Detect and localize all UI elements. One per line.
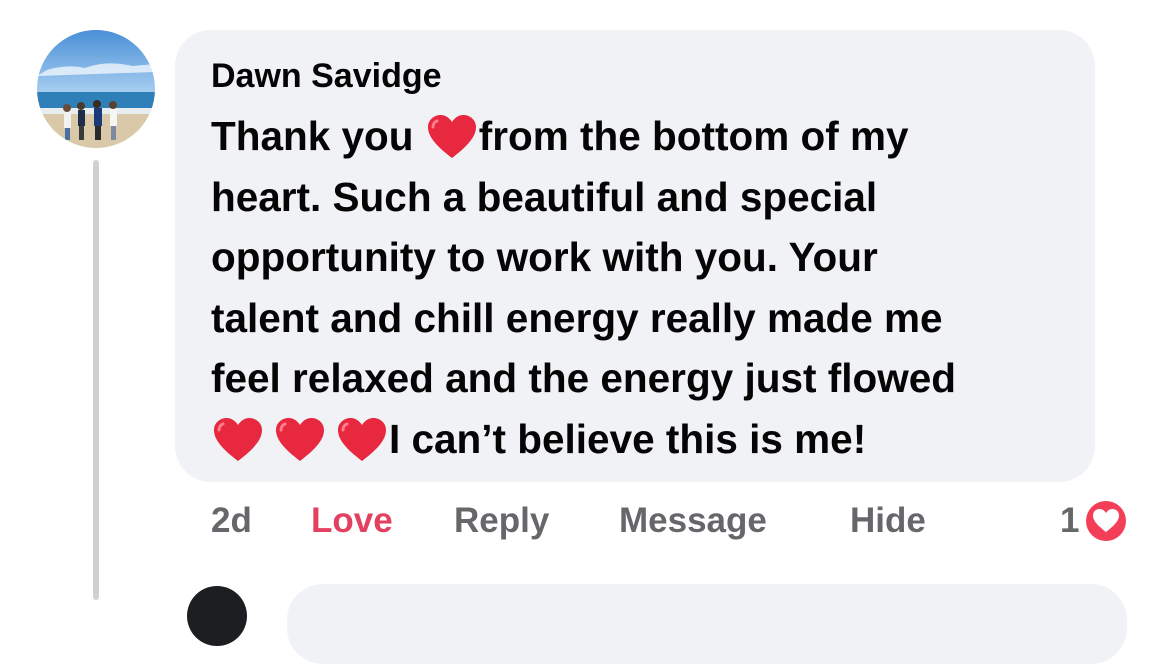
reply-button[interactable]: Reply: [454, 498, 549, 544]
reaction-summary[interactable]: 1: [1060, 498, 1131, 544]
love-reaction-button[interactable]: Love: [311, 498, 393, 544]
thread-line: [93, 160, 99, 600]
comment-line-1: Thank you from the bottom of my: [211, 106, 1081, 167]
comment-line-3: opportunity to work with you. Your: [211, 234, 878, 280]
comment-line-4: talent and chill energy really made me: [211, 294, 943, 341]
next-comment-bubble: [287, 584, 1127, 664]
message-button[interactable]: Message: [619, 498, 767, 544]
comment-line-5: feel relaxed and the energy just flowed: [211, 355, 956, 401]
comment-text: Thank you from the bottom of my heart. S…: [211, 106, 1081, 469]
comment-line-6: I can’t believe this is me!: [211, 409, 1081, 470]
red-heart-emoji-icon: [276, 417, 324, 461]
comment-line-2: heart. Such a beautiful and special: [211, 173, 878, 220]
next-comment-avatar[interactable]: [187, 586, 247, 646]
reaction-count: 1: [1060, 501, 1080, 540]
beach-photo-avatar-image: [37, 30, 155, 148]
author-avatar[interactable]: [37, 30, 155, 148]
comment-text-segment: from the bottom of my: [478, 113, 909, 159]
red-heart-emoji-icon: [427, 115, 476, 158]
comment-timestamp[interactable]: 2d: [211, 498, 252, 544]
red-heart-emoji-icon: [214, 417, 262, 461]
comment-author-name[interactable]: Dawn Savidge: [211, 54, 442, 98]
hide-button[interactable]: Hide: [850, 498, 926, 544]
love-reaction-icon: [1083, 498, 1130, 544]
comment-text-segment: Thank you: [211, 113, 425, 159]
comment-text-segment: I can’t believe this is me!: [389, 415, 867, 462]
red-heart-emoji-icon: [338, 417, 386, 461]
